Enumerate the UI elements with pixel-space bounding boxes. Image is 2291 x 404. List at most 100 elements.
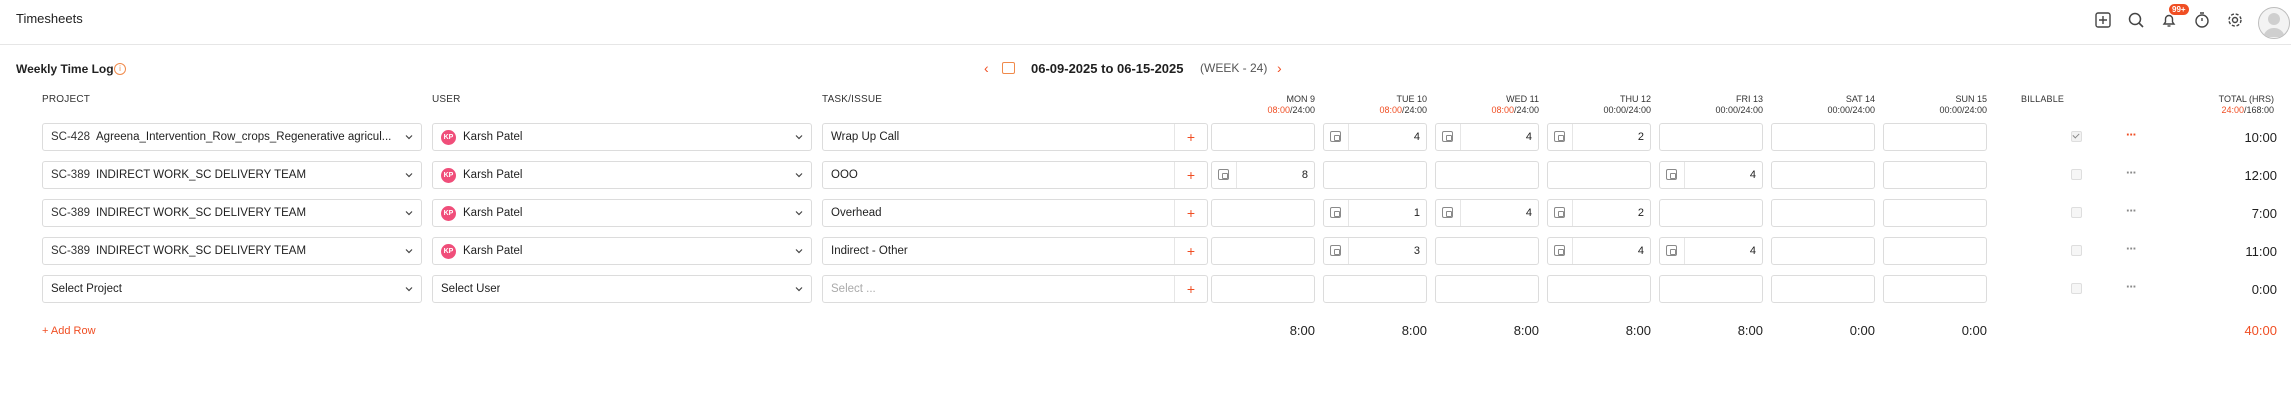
row-menu-icon[interactable]: ··· [2126,203,2137,218]
hours-cell[interactable] [1435,237,1539,265]
note-icon[interactable] [1554,131,1565,142]
plus-square-icon[interactable] [2093,10,2113,30]
hours-cell[interactable] [1883,199,1987,227]
hours-cell[interactable] [1435,275,1539,303]
task-select[interactable]: Select ... + [822,275,1208,303]
note-icon[interactable] [1330,207,1341,218]
hours-cell[interactable] [1211,123,1315,151]
note-icon[interactable] [1554,207,1565,218]
billable-checkbox[interactable] [2071,207,2082,218]
row-menu-icon[interactable]: ··· [2126,127,2137,142]
user-avatar: KP [441,130,456,145]
row-menu-icon[interactable]: ··· [2126,279,2137,294]
prev-week-icon[interactable]: ‹ [984,60,989,76]
note-icon[interactable] [1666,245,1677,256]
hours-cell[interactable] [1211,275,1315,303]
hours-cell[interactable]: 4 [1547,237,1651,265]
task-select[interactable]: Indirect - Other + [822,237,1208,265]
hours-cell[interactable]: 2 [1547,199,1651,227]
timesheet-row: SC-389 INDIRECT WORK_SC DELIVERY TEAM KP Ka… [0,161,2291,191]
project-select[interactable]: SC-428 Agreena_Intervention_Row_crops_Reg… [42,123,422,151]
project-select[interactable]: Select Project [42,275,422,303]
task-select[interactable]: OOO + [822,161,1208,189]
billable-checkbox[interactable] [2071,169,2082,180]
user-avatar: KP [441,168,456,183]
note-icon[interactable] [1330,131,1341,142]
chevron-down-icon [405,211,413,216]
hours-cell[interactable]: 4 [1659,161,1763,189]
hours-cell[interactable] [1323,161,1427,189]
day-header-1: TUE 10 08:00/24:00 [1379,94,1427,115]
day-total: 8:00 [1401,323,1427,338]
hours-cell[interactable] [1211,199,1315,227]
add-task-icon[interactable]: + [1174,162,1207,188]
hours-cell[interactable]: 4 [1435,199,1539,227]
hours-cell[interactable] [1547,275,1651,303]
note-icon[interactable] [1442,131,1453,142]
note-icon[interactable] [1666,169,1677,180]
user-select[interactable]: Select User [432,275,812,303]
hours-cell[interactable] [1771,123,1875,151]
row-total: 7:00 [2251,206,2277,221]
hours-cell[interactable]: 1 [1323,199,1427,227]
billable-checkbox[interactable] [2071,245,2082,256]
hours-cell[interactable]: 3 [1323,237,1427,265]
timer-icon[interactable] [2192,10,2212,30]
hours-cell[interactable] [1771,275,1875,303]
bell-icon[interactable]: 99+ [2159,4,2189,30]
task-select[interactable]: Overhead + [822,199,1208,227]
info-icon[interactable]: i [114,63,126,75]
row-menu-icon[interactable]: ··· [2126,165,2137,180]
next-week-icon[interactable]: › [1277,60,1282,76]
hours-cell[interactable] [1659,275,1763,303]
billable-checkbox[interactable] [2071,283,2082,294]
note-icon[interactable] [1330,245,1341,256]
gear-icon[interactable] [2225,10,2245,30]
user-select[interactable]: KP Karsh Patel [432,161,812,189]
calendar-icon[interactable] [1002,62,1015,74]
add-task-icon[interactable]: + [1174,124,1207,150]
user-select[interactable]: KP Karsh Patel [432,237,812,265]
project-select[interactable]: SC-389 INDIRECT WORK_SC DELIVERY TEAM [42,199,422,227]
add-task-icon[interactable]: + [1174,276,1207,302]
hours-cell[interactable] [1883,123,1987,151]
hours-cell[interactable] [1771,161,1875,189]
add-row-button[interactable]: + Add Row [42,325,96,337]
hours-cell[interactable]: 8 [1211,161,1315,189]
user-select[interactable]: KP Karsh Patel [432,123,812,151]
hours-cell[interactable] [1771,237,1875,265]
chevron-down-icon [795,173,803,178]
hours-cell[interactable]: 4 [1435,123,1539,151]
hours-cell[interactable] [1435,161,1539,189]
search-icon[interactable] [2126,10,2146,30]
hours-cell[interactable] [1659,199,1763,227]
hours-cell[interactable] [1547,161,1651,189]
hours-cell[interactable]: 2 [1547,123,1651,151]
hours-cell[interactable] [1883,275,1987,303]
hours-cell[interactable] [1659,123,1763,151]
user-column-header: USER [432,94,461,105]
hours-cell[interactable] [1771,199,1875,227]
avatar[interactable] [2258,7,2290,39]
hours-cell[interactable] [1883,237,1987,265]
add-task-icon[interactable]: + [1174,200,1207,226]
user-select[interactable]: KP Karsh Patel [432,199,812,227]
hours-cell[interactable] [1211,237,1315,265]
project-select[interactable]: SC-389 INDIRECT WORK_SC DELIVERY TEAM [42,237,422,265]
project-select[interactable]: SC-389 INDIRECT WORK_SC DELIVERY TEAM [42,161,422,189]
task-select[interactable]: Wrap Up Call + [822,123,1208,151]
day-header-0: MON 9 08:00/24:00 [1267,94,1315,115]
note-icon[interactable] [1442,207,1453,218]
hours-cell[interactable]: 4 [1323,123,1427,151]
hours-cell[interactable]: 4 [1659,237,1763,265]
note-icon[interactable] [1218,169,1229,180]
add-task-icon[interactable]: + [1174,238,1207,264]
timesheet-row: SC-389 INDIRECT WORK_SC DELIVERY TEAM KP Ka… [0,199,2291,229]
hours-cell[interactable] [1323,275,1427,303]
day-header-3: THU 12 00:00/24:00 [1603,94,1651,115]
note-icon[interactable] [1554,245,1565,256]
notification-badge: 99+ [2169,4,2189,15]
hours-cell[interactable] [1883,161,1987,189]
row-menu-icon[interactable]: ··· [2126,241,2137,256]
billable-checkbox[interactable] [2071,131,2082,142]
